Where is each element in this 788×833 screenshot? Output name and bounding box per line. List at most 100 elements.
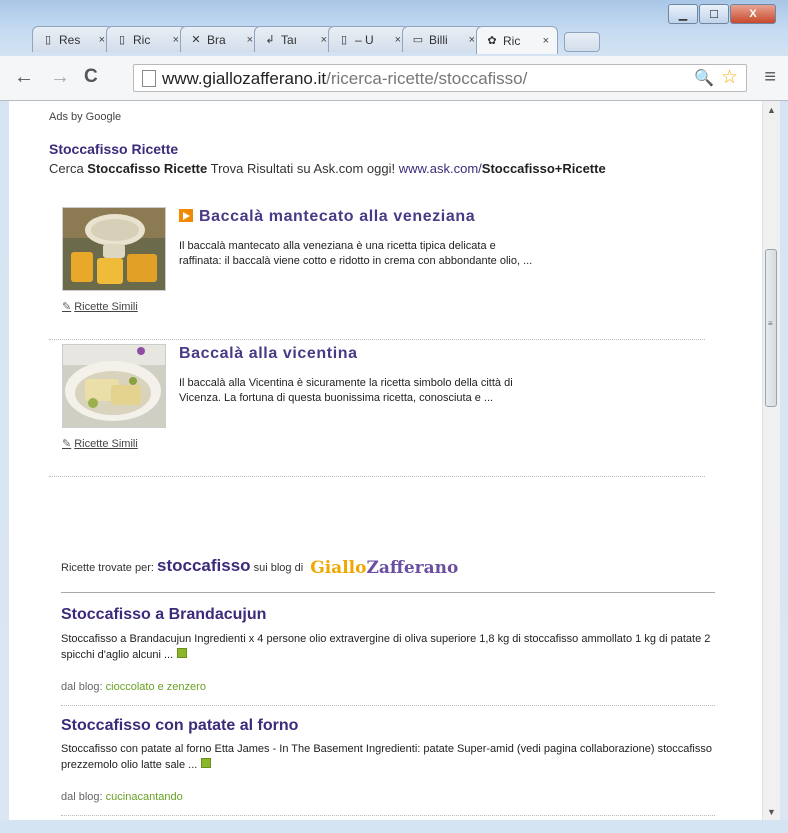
- page-icon: ▯: [118, 34, 126, 46]
- url-path: /ricerca-ricette/stoccafisso/: [326, 69, 528, 88]
- blog-desc-text: Stoccafisso a Brandacujun Ingredienti x …: [61, 633, 711, 661]
- video-play-icon: [179, 209, 193, 222]
- blog-from-label: dal blog:: [61, 791, 106, 803]
- tab-close-icon[interactable]: ×: [321, 34, 327, 46]
- blog-from-label: dal blog:: [61, 681, 106, 693]
- found-keyword: stoccafisso: [157, 556, 251, 575]
- browser-tab[interactable]: ▭ Billi ×: [402, 26, 484, 52]
- browser-tab[interactable]: ✕ Bra ×: [180, 26, 262, 52]
- menu-icon[interactable]: ≡: [764, 66, 776, 89]
- cmo-icon: ▭: [412, 34, 424, 46]
- tab-title: – U: [355, 32, 374, 47]
- ad-body-pre: Cerca: [49, 161, 88, 176]
- tab-close-icon[interactable]: ×: [469, 34, 475, 46]
- similar-recipes-link[interactable]: ✎ Ricette Simili: [62, 437, 138, 450]
- tab-close-icon[interactable]: ×: [173, 34, 179, 46]
- browser-toolbar: ← → C www.giallozafferano.it/ricerca-ric…: [0, 56, 788, 101]
- logo-part-b: Zafferano: [366, 558, 459, 578]
- minimize-icon[interactable]: ▁: [668, 4, 698, 24]
- zoom-icon[interactable]: 🔍: [694, 68, 714, 88]
- recipe-item: ✎ Ricette Simili Baccalà mantecato alla v…: [49, 207, 705, 340]
- recipe-icon: ✿: [487, 35, 497, 47]
- grip-icon: ≡: [768, 319, 773, 328]
- bookmark-star-icon[interactable]: ☆: [721, 66, 738, 89]
- browser-tab[interactable]: ▯ Ric ×: [106, 26, 188, 52]
- blog-source: dal blog: cucinacantando: [61, 791, 183, 803]
- forward-arrow-icon[interactable]: →: [50, 66, 70, 89]
- tab-title: Bra: [207, 32, 226, 47]
- vertical-scrollbar[interactable]: ▲ ≡ ▼: [762, 101, 780, 820]
- recipe-description: Il baccalà alla Vicentina è sicuramente …: [179, 377, 513, 404]
- recipe-title-link[interactable]: Baccalà alla vicentina: [179, 345, 358, 363]
- recipe-item: ✎ Ricette Simili Baccalà alla vicentina I…: [49, 344, 705, 477]
- recipe-title: Baccalà mantecato alla veneziana: [199, 208, 476, 225]
- tab-title: Res: [59, 32, 81, 47]
- logo-part-a: Giallo: [310, 558, 367, 578]
- blog-post-description: Stoccafisso con patate al forno Etta Jam…: [61, 741, 721, 773]
- tab-title: Ric: [503, 33, 521, 48]
- found-line: Ricette trovate per: stoccafisso sui blo…: [61, 556, 458, 578]
- tab-title: Billi: [429, 32, 448, 47]
- close-icon[interactable]: X: [730, 4, 776, 24]
- scroll-down-arrow-icon[interactable]: ▼: [763, 803, 780, 820]
- ad-body-bold: Stoccafisso Ricette: [87, 161, 208, 176]
- blog-post-title-link[interactable]: Stoccafisso a Brandacujun: [61, 606, 266, 624]
- window-controls: ▁ ☐ X: [667, 4, 776, 24]
- recipe-description: Il baccalà mantecato alla veneziana è un…: [179, 240, 533, 267]
- recipe-thumbnail[interactable]: [62, 207, 166, 291]
- tab-close-icon[interactable]: ×: [395, 34, 401, 46]
- tab-close-icon[interactable]: ×: [99, 34, 105, 46]
- page-icon: [142, 70, 156, 87]
- browser-tab[interactable]: ▯ – U ×: [328, 26, 410, 52]
- url-domain: www.giallozafferano.it: [162, 69, 327, 88]
- ad-url-bold: Stoccafisso+Ricette: [481, 161, 606, 176]
- divider: [61, 705, 715, 706]
- divider: [61, 592, 715, 593]
- similar-recipes-link[interactable]: ✎ Ricette Simili: [62, 300, 138, 313]
- browser-tab[interactable]: ▯ Res ×: [32, 26, 114, 52]
- window-bottom-edge: [0, 820, 788, 833]
- browser-tab[interactable]: ↲ Taı ×: [254, 26, 336, 52]
- blog-source-link[interactable]: cioccolato e zenzero: [106, 681, 206, 693]
- paperclip-icon: ✎: [62, 301, 72, 313]
- ad-url-plain: www.ask.com/: [398, 161, 482, 176]
- page-icon: ▯: [340, 34, 348, 46]
- blog-source: dal blog: cioccolato e zenzero: [61, 681, 206, 693]
- ad-title-link[interactable]: Stoccafisso Ricette: [49, 141, 178, 157]
- read-more-icon[interactable]: [177, 648, 188, 658]
- url-text[interactable]: www.giallozafferano.it/ricerca-ricette/s…: [162, 69, 527, 89]
- ad-url[interactable]: www.ask.com/Stoccafisso+Ricette: [399, 161, 606, 176]
- giallozafferano-logo[interactable]: GialloZafferano: [310, 558, 458, 578]
- recipe-title-link[interactable]: Baccalà mantecato alla veneziana: [179, 208, 475, 226]
- tab-title: Taı: [281, 32, 298, 47]
- found-suffix: sui blog di: [250, 562, 307, 574]
- recipe-title: Baccalà alla vicentina: [179, 345, 358, 362]
- divider: [61, 815, 715, 816]
- scroll-up-arrow-icon[interactable]: ▲: [763, 101, 780, 118]
- recipe-thumbnail[interactable]: [62, 344, 166, 428]
- blog-source-link[interactable]: cucinacantando: [106, 791, 183, 803]
- ad-body[interactable]: Cerca Stoccafisso Ricette Trova Risultat…: [49, 161, 606, 176]
- page-icon: ▯: [44, 34, 52, 46]
- address-bar[interactable]: www.giallozafferano.it/ricerca-ricette/s…: [133, 64, 747, 92]
- similar-label: Ricette Simili: [74, 301, 138, 313]
- blog-post-title-link[interactable]: Stoccafisso con patate al forno: [61, 717, 298, 735]
- blog-post-description: Stoccafisso a Brandacujun Ingredienti x …: [61, 631, 721, 663]
- blog-desc-text: Stoccafisso con patate al forno Etta Jam…: [61, 743, 712, 771]
- browser-tab[interactable]: ✿ Ric ×: [476, 26, 558, 54]
- new-tab-button[interactable]: [564, 32, 600, 52]
- scrollbar-thumb[interactable]: ≡: [765, 249, 777, 407]
- found-prefix: Ricette trovate per:: [61, 562, 157, 574]
- read-more-icon[interactable]: [201, 758, 212, 768]
- similar-label: Ricette Simili: [74, 438, 138, 450]
- tab-strip: ▯ Res × ▯ Ric × ✕ Bra × ↲ Taı × ▯ – U × ▭ Billi × ✿ Ric ×: [32, 26, 600, 56]
- tab-close-icon[interactable]: ×: [543, 35, 549, 47]
- cross-icon: ✕: [191, 34, 201, 46]
- maximize-icon[interactable]: ☐: [699, 4, 729, 24]
- paperclip-icon: ✎: [62, 438, 72, 450]
- ad-body-mid: Trova Risultati su Ask.com oggi!: [207, 161, 399, 176]
- ads-label: Ads by Google: [49, 111, 122, 123]
- tab-close-icon[interactable]: ×: [247, 34, 253, 46]
- back-arrow-icon[interactable]: ←: [14, 66, 34, 89]
- reload-icon[interactable]: C: [84, 66, 98, 88]
